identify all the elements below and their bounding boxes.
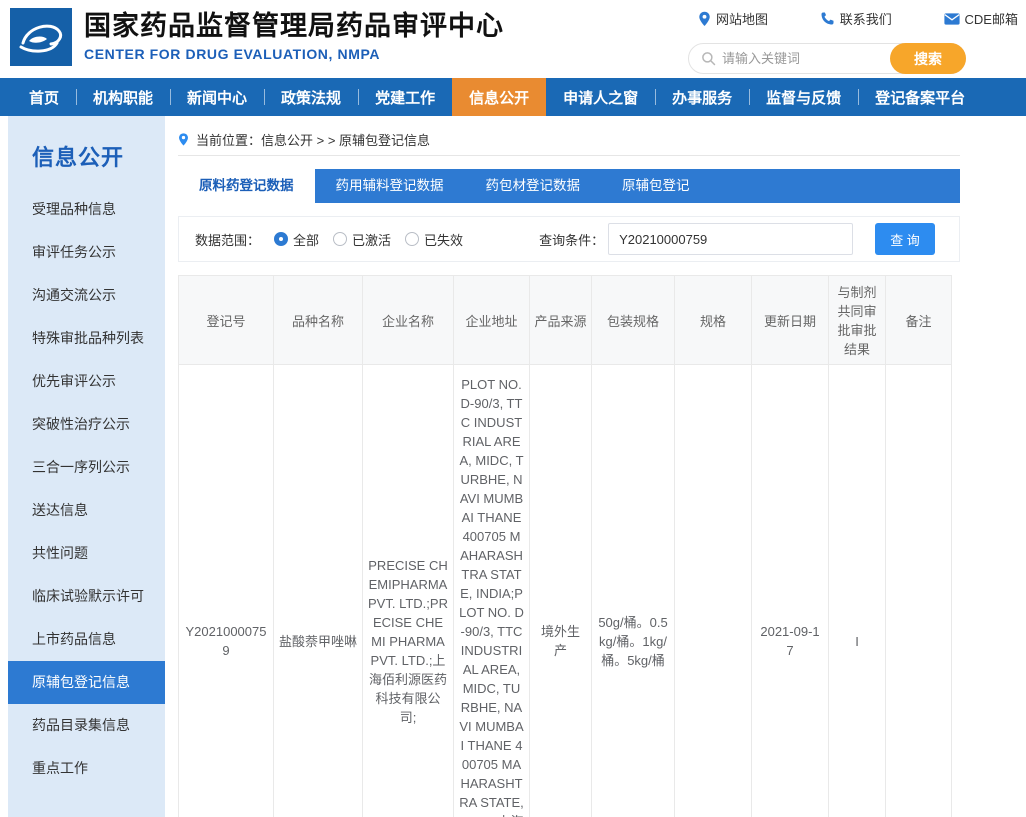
sidebar-item-delivery-info[interactable]: 送达信息 — [8, 489, 165, 532]
link-contact[interactable]: 联系我们 — [820, 9, 892, 28]
col-product-source: 产品来源 — [530, 276, 592, 365]
nav-item-services[interactable]: 办事服务 — [655, 78, 749, 116]
breadcrumb-text: 当前位置：信息公开 > > 原辅包登记信息 — [196, 130, 430, 149]
sidebar-item-common-issues[interactable]: 共性问题 — [8, 532, 165, 575]
col-packaging-spec: 包装规格 — [592, 276, 675, 365]
data-tabs: 原料药登记数据 药用辅料登记数据 药包材登记数据 原辅包登记 — [178, 169, 960, 203]
radio-all-label: 全部 — [293, 230, 319, 249]
site-search-button[interactable]: 搜索 — [890, 43, 966, 74]
nav-item-registration-platform[interactable]: 登记备案平台 — [858, 78, 982, 116]
nav-item-applicant[interactable]: 申请人之窗 — [546, 78, 655, 116]
registration-table: 登记号 品种名称 企业名称 企业地址 产品来源 包装规格 规格 更新日期 与制剂… — [178, 275, 952, 817]
sidebar-item-key-work[interactable]: 重点工作 — [8, 747, 165, 790]
cde-logo[interactable] — [10, 8, 72, 66]
query-input[interactable] — [608, 223, 853, 255]
quick-links: 网站地图 联系我们 CDE邮箱 — [698, 9, 1018, 28]
tab-packaging-registration[interactable]: 药包材登记数据 — [465, 169, 602, 203]
col-company-address: 企业地址 — [454, 276, 530, 365]
phone-icon — [820, 11, 835, 26]
cell-spec — [675, 365, 752, 817]
tab-excipient-registration[interactable]: 药用辅料登记数据 — [315, 169, 465, 203]
search-icon — [701, 51, 716, 66]
radio-activated-label: 已激活 — [352, 230, 391, 249]
scope-label: 数据范围： — [195, 230, 260, 249]
link-sitemap[interactable]: 网站地图 — [698, 9, 768, 28]
cell-update-date: 2021-09-17 — [752, 365, 829, 817]
site-header: 国家药品监督管理局药品审评中心 CENTER FOR DRUG EVALUATI… — [0, 0, 1026, 78]
nav-item-policy[interactable]: 政策法规 — [264, 78, 358, 116]
cell-remarks — [886, 365, 952, 817]
cell-company-address: PLOT NO. D-90/3, TTC INDUSTRIAL AREA, MI… — [454, 365, 530, 817]
cde-logo-swan-icon — [17, 17, 65, 57]
sidebar-item-accepted-varieties[interactable]: 受理品种信息 — [8, 188, 165, 231]
cell-variety-name: 盐酸萘甲唑啉 — [274, 365, 363, 817]
breadcrumb-pin-icon — [178, 132, 189, 147]
site-search: 搜索 — [688, 43, 966, 74]
col-joint-approval-result: 与制剂共同审批审批结果 — [829, 276, 886, 365]
sidebar: 信息公开 受理品种信息 审评任务公示 沟通交流公示 特殊审批品种列表 优先审评公… — [8, 116, 165, 817]
sidebar-item-three-in-one[interactable]: 三合一序列公示 — [8, 446, 165, 489]
link-contact-label: 联系我们 — [840, 9, 892, 28]
site-title-en: CENTER FOR DRUG EVALUATION, NMPA — [84, 46, 504, 62]
table-row[interactable]: Y20210000759 盐酸萘甲唑啉 PRECISE CHEMIPHARMA … — [179, 365, 952, 817]
link-sitemap-label: 网站地图 — [716, 9, 768, 28]
query-button[interactable]: 查 询 — [875, 223, 935, 255]
site-titles: 国家药品监督管理局药品审评中心 CENTER FOR DRUG EVALUATI… — [84, 9, 504, 62]
radio-activated[interactable]: 已激活 — [333, 230, 391, 249]
breadcrumb: 当前位置：信息公开 > > 原辅包登记信息 — [178, 124, 960, 156]
page-body: 信息公开 受理品种信息 审评任务公示 沟通交流公示 特殊审批品种列表 优先审评公… — [0, 116, 1026, 817]
col-update-date: 更新日期 — [752, 276, 829, 365]
sidebar-item-marketed-drugs[interactable]: 上市药品信息 — [8, 618, 165, 661]
site-title-cn: 国家药品监督管理局药品审评中心 — [84, 9, 504, 43]
sidebar-item-clinical-trial-license[interactable]: 临床试验默示许可 — [8, 575, 165, 618]
nav-item-functions[interactable]: 机构职能 — [76, 78, 170, 116]
nav-item-news[interactable]: 新闻中心 — [170, 78, 264, 116]
cde-website-page: 国家药品监督管理局药品审评中心 CENTER FOR DRUG EVALUATI… — [0, 0, 1026, 817]
radio-all-dot — [274, 232, 288, 246]
main-nav: 首页 机构职能 新闻中心 政策法规 党建工作 信息公开 申请人之窗 办事服务 监… — [0, 78, 1026, 116]
col-company-name: 企业名称 — [363, 276, 454, 365]
mail-icon — [944, 13, 960, 25]
nav-item-info-disclosure[interactable]: 信息公开 — [452, 78, 546, 116]
tab-api-registration[interactable]: 原料药登记数据 — [178, 169, 315, 203]
radio-expired[interactable]: 已失效 — [405, 230, 463, 249]
cell-company-name: PRECISE CHEMIPHARMA PVT. LTD.;PRECISE CH… — [363, 365, 454, 817]
cell-registration-no: Y20210000759 — [179, 365, 274, 817]
nav-item-party[interactable]: 党建工作 — [358, 78, 452, 116]
nav-item-home[interactable]: 首页 — [12, 78, 76, 116]
sidebar-item-communication[interactable]: 沟通交流公示 — [8, 274, 165, 317]
radio-expired-label: 已失效 — [424, 230, 463, 249]
sidebar-title: 信息公开 — [8, 132, 165, 188]
main-content: 当前位置：信息公开 > > 原辅包登记信息 原料药登记数据 药用辅料登记数据 药… — [178, 116, 960, 817]
col-registration-no: 登记号 — [179, 276, 274, 365]
radio-expired-dot — [405, 232, 419, 246]
sidebar-item-breakthrough-therapy[interactable]: 突破性治疗公示 — [8, 403, 165, 446]
filter-bar: 数据范围： 全部 已激活 已失效 查询条件： 查 询 — [178, 216, 960, 262]
tab-api-excipient-pack[interactable]: 原辅包登记 — [601, 169, 711, 203]
radio-all[interactable]: 全部 — [274, 230, 319, 249]
sidebar-item-review-tasks[interactable]: 审评任务公示 — [8, 231, 165, 274]
sidebar-item-api-excipient-registration[interactable]: 原辅包登记信息 — [8, 661, 165, 704]
cell-packaging-spec: 50g/桶。0.5kg/桶。1kg/桶。5kg/桶 — [592, 365, 675, 817]
cell-joint-approval-result: I — [829, 365, 886, 817]
col-remarks: 备注 — [886, 276, 952, 365]
col-spec: 规格 — [675, 276, 752, 365]
query-label: 查询条件： — [539, 230, 604, 249]
table-header-row: 登记号 品种名称 企业名称 企业地址 产品来源 包装规格 规格 更新日期 与制剂… — [179, 276, 952, 365]
site-search-input[interactable] — [722, 51, 872, 66]
sidebar-item-special-approval[interactable]: 特殊审批品种列表 — [8, 317, 165, 360]
location-pin-icon — [698, 11, 711, 27]
radio-activated-dot — [333, 232, 347, 246]
link-cde-mail-label: CDE邮箱 — [965, 9, 1018, 28]
col-variety-name: 品种名称 — [274, 276, 363, 365]
sidebar-item-priority-review[interactable]: 优先审评公示 — [8, 360, 165, 403]
link-cde-mail[interactable]: CDE邮箱 — [944, 9, 1018, 28]
cell-product-source: 境外生产 — [530, 365, 592, 817]
nav-item-supervision[interactable]: 监督与反馈 — [749, 78, 858, 116]
sidebar-item-drug-catalog[interactable]: 药品目录集信息 — [8, 704, 165, 747]
